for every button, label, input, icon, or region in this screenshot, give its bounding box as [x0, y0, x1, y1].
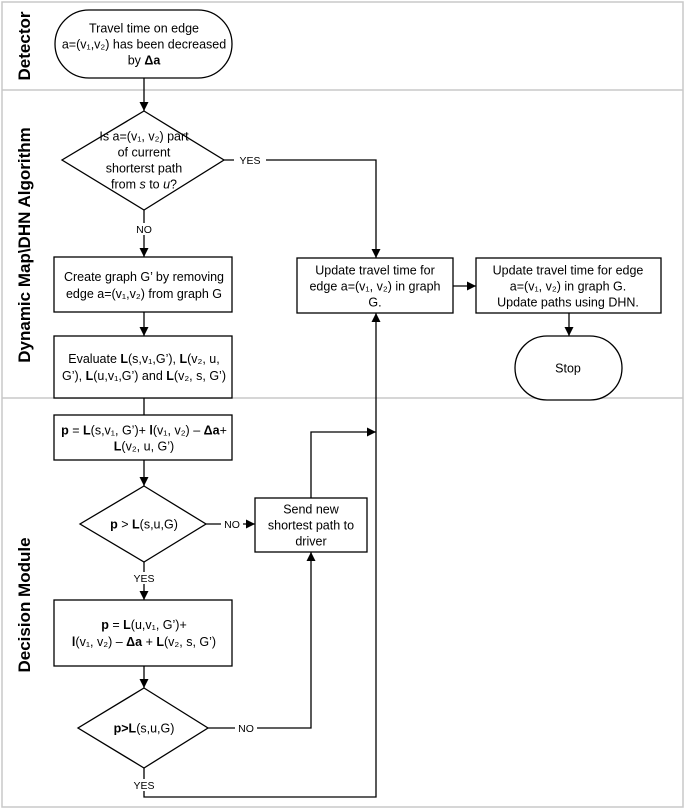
text-segment: Create graph G’ by removing	[64, 270, 224, 284]
text-segment: u	[163, 178, 170, 192]
text-segment: (s,u,G)	[140, 518, 178, 532]
text-segment: (v₂, u, G’)	[121, 440, 174, 454]
text-segment: +	[220, 424, 227, 438]
node-text-decision2: p > L(s,u,G)	[110, 518, 178, 532]
text-segment: shortest path to	[268, 519, 354, 533]
text-segment: Send new	[283, 503, 340, 517]
lane-label-dynamic-map: Dynamic Map\DHN Algorithm	[15, 127, 34, 363]
text-segment: (u,v₁, G’)+	[131, 618, 187, 632]
text-segment: ?	[170, 178, 177, 192]
text-segment: Update travel time for edge	[493, 264, 644, 278]
text-segment: Update paths using DHN.	[497, 296, 639, 310]
text-segment: to	[146, 178, 163, 192]
text-segment: (v₁, v₂) –	[153, 424, 204, 438]
lane-label-decision-module: Decision Module	[15, 537, 34, 672]
text-segment: from	[111, 178, 139, 192]
text-segment: Stop	[555, 362, 581, 376]
create-graph-box	[53, 256, 233, 313]
text-segment: Travel time on edge	[89, 22, 199, 36]
text-segment: by	[128, 54, 145, 68]
text-segment: edge a=(v₁, v₂) in graph	[309, 280, 440, 294]
text-segment: (v₂, s, G’)	[164, 635, 216, 649]
text-segment: Δa	[204, 424, 221, 438]
text-segment: (v₁, v₂) –	[75, 635, 126, 649]
node-text-stop: Stop	[555, 362, 581, 376]
text-segment: =	[109, 618, 123, 632]
text-segment: G’),	[62, 369, 86, 383]
text-segment: a=(v₁, v₂) in graph G.	[510, 280, 626, 294]
diagram-frame	[1, 1, 684, 808]
evaluate-box	[53, 335, 233, 399]
text-segment: =	[69, 424, 83, 438]
label-d3-no: NO	[238, 723, 254, 735]
label-d2-no: NO	[224, 519, 240, 531]
label-d3-yes: YES	[133, 780, 154, 792]
text-segment: of current	[118, 146, 171, 160]
text-segment: G.	[368, 296, 381, 310]
text-segment: (s,u,G)	[136, 722, 174, 736]
text-segment: shorterst path	[106, 162, 182, 176]
text-segment: (u,v₁,G’) and	[93, 369, 166, 383]
lane-label-detector: Detector	[15, 11, 34, 80]
text-segment: a=(v₁,v₂) has been decreased	[62, 38, 226, 52]
text-segment: Update travel time for	[315, 264, 435, 278]
text-segment: Is a=(v₁, v₂) part	[99, 130, 189, 144]
decision-on-shortest-path	[60, 110, 226, 211]
text-segment: edge a=(v₁,v₂) from graph G	[66, 287, 222, 301]
label-d1-no: NO	[136, 224, 152, 236]
text-segment: (s,v₁, G’)+	[91, 424, 150, 438]
text-segment: Δa	[144, 54, 161, 68]
text-segment: +	[142, 635, 156, 649]
text-segment: driver	[295, 535, 326, 549]
label-d1-yes: YES	[239, 155, 260, 167]
text-segment: (v₂, s, G’)	[174, 369, 226, 383]
compute-p2-box	[53, 599, 233, 667]
arrow-send-to-update	[310, 427, 376, 498]
text-segment: (s,v₁,G’),	[128, 352, 179, 366]
node-text-update2: Update travel time for edge a=(v₁, v₂) in…	[493, 264, 644, 310]
text-segment: p>	[114, 722, 129, 736]
text-segment: Δa	[126, 635, 143, 649]
text-segment: (v₂, u,	[187, 352, 220, 366]
flowchart: Detector Dynamic Map\DHN Algorithm Decis…	[1, 1, 684, 808]
label-d2-yes: YES	[133, 573, 154, 585]
text-segment: Evaluate	[68, 352, 120, 366]
node-text-decision3: p>L(s,u,G)	[114, 722, 175, 736]
arrow-d1-yes	[224, 159, 381, 258]
text-segment: >	[118, 518, 132, 532]
